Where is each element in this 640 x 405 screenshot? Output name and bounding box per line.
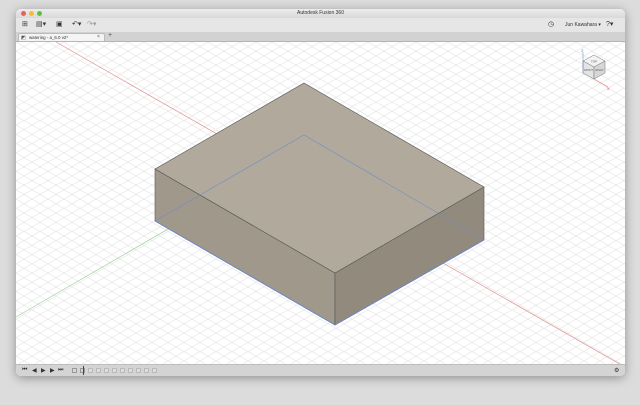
user-account-menu[interactable]: Jun Kawahara ▾: [565, 22, 601, 28]
app-window: Autodesk Fusion 360 ⊞ ▤▾ ▣ ↶▾ ↷▾ ◷ Jun K…: [16, 9, 625, 376]
viewcube-right-label: RIGHT: [595, 68, 603, 72]
timeline-settings-icon[interactable]: ⚙: [614, 367, 619, 374]
viewcube-top-label: TOP: [591, 60, 597, 64]
timeline-marker[interactable]: [83, 366, 84, 375]
quick-access-toolbar: ⊞ ▤▾ ▣ ↶▾ ↷▾ ◷ Jun Kawahara ▾ ?▾: [16, 18, 625, 33]
viewport-svg[interactable]: TOP FRONT RIGHT Z X: [16, 41, 625, 368]
viewcube-x-label: X: [607, 86, 610, 91]
design-document-icon: ◩: [21, 35, 26, 41]
timeline-go-to-start-button[interactable]: ⏮: [22, 367, 27, 374]
timeline-go-to-end-button[interactable]: ⏭: [58, 367, 63, 374]
document-tab-label: watering - a_6.0 v2*: [29, 35, 69, 40]
timeline-feature-icon[interactable]: [104, 368, 109, 373]
timeline-feature-icon[interactable]: [136, 368, 141, 373]
job-status-clock-icon[interactable]: ◷: [548, 21, 554, 28]
timeline-bar: ⏮ ◀ ▶ ▶ ⏭ ⚙: [16, 364, 625, 376]
timeline-feature-icon[interactable]: [112, 368, 117, 373]
timeline-play-button[interactable]: ▶: [41, 367, 46, 374]
document-tab[interactable]: ◩ watering - a_6.0 v2* ×: [18, 33, 105, 41]
timeline-feature-icon[interactable]: [120, 368, 125, 373]
viewcube-front-label: FRONT: [584, 68, 593, 72]
redo-icon[interactable]: ↷▾: [87, 21, 96, 28]
file-menu-icon[interactable]: ▤▾: [36, 21, 46, 28]
timeline-feature-icon[interactable]: [128, 368, 133, 373]
undo-icon[interactable]: ↶▾: [72, 21, 81, 28]
document-tab-bar: ◩ watering - a_6.0 v2* × +: [16, 32, 625, 42]
timeline-step-forward-button[interactable]: ▶: [50, 367, 55, 374]
close-tab-icon[interactable]: ×: [97, 34, 100, 40]
save-icon[interactable]: ▣: [56, 21, 63, 28]
window-title: Autodesk Fusion 360: [297, 10, 344, 16]
design-canvas[interactable]: TOP FRONT RIGHT Z X: [16, 41, 625, 368]
timeline-feature-icon[interactable]: [144, 368, 149, 373]
timeline-sketch-feature-icon[interactable]: [72, 368, 77, 373]
title-bar: Autodesk Fusion 360: [16, 9, 625, 18]
timeline-feature-icon[interactable]: [88, 368, 93, 373]
help-icon[interactable]: ?▾: [606, 21, 613, 28]
timeline-step-back-button[interactable]: ◀: [32, 367, 37, 374]
timeline-feature-icon[interactable]: [96, 368, 101, 373]
timeline-feature-icon[interactable]: [152, 368, 157, 373]
new-tab-button[interactable]: +: [108, 32, 112, 39]
data-panel-grid-icon[interactable]: ⊞: [22, 21, 28, 28]
